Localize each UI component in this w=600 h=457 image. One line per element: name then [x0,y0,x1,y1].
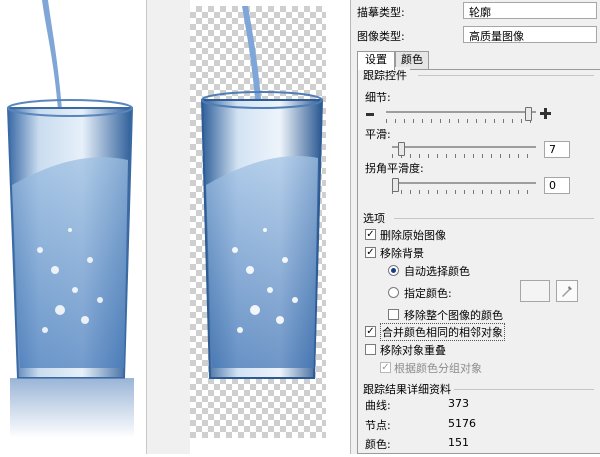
plus-icon[interactable] [540,108,551,119]
smooth-slider-thumb[interactable] [398,142,405,156]
image-type-value: 高质量图像 [469,30,524,43]
trace-type-label: 描摹类型: [357,6,405,19]
smooth-value-field[interactable]: 7 [544,141,570,158]
corner-slider[interactable] [392,178,536,194]
trace-type-dropdown[interactable]: 轮廓 [463,2,597,19]
delete-original-label: 删除原始图像 [380,229,446,242]
corner-smoothness-label: 拐角平滑度: [365,162,424,175]
group-divider [394,218,594,219]
color-swatch[interactable] [520,280,550,302]
remove-overlap-label: 移除对象重叠 [380,344,446,357]
tab-colors-label: 颜色 [401,53,423,66]
auto-select-color-label: 自动选择颜色 [404,265,470,278]
detail-label: 细节: [365,91,391,104]
specify-color-radio[interactable] [388,287,399,298]
group-by-color-label: 根据颜色分组对象 [394,362,482,375]
settings-tab-body: 跟踪控件 细节: 平滑: 7 拐角平滑度: 0 选项 ✓ 删除原始图像 ✓ 移除… [357,67,600,454]
slider-track [392,146,536,148]
smooth-value: 7 [549,143,556,156]
curves-label: 曲线: [365,399,391,412]
minus-icon[interactable] [366,113,374,116]
group-divider [454,389,594,390]
slider-ticks [392,154,536,158]
slider-track [392,182,536,184]
results-title: 跟踪结果详细资料 [363,381,454,397]
specify-color-label: 指定颜色: [404,287,452,300]
detail-slider-thumb[interactable] [525,107,532,121]
colors-value: 151 [448,436,469,449]
eyedropper-icon [562,286,572,297]
delete-original-checkbox[interactable]: ✓ [365,229,376,240]
slider-ticks [386,119,536,123]
image-divider [146,0,191,454]
remove-overlap-checkbox[interactable] [365,344,376,355]
group-by-color-checkbox[interactable]: ✓ [380,362,391,373]
original-glass-image [6,0,134,438]
auto-select-color-radio[interactable] [388,265,399,276]
corner-value: 0 [549,179,556,192]
nodes-value: 5176 [448,417,476,430]
slider-track [386,111,536,113]
smooth-label: 平滑: [365,128,391,141]
remove-background-label: 移除背景 [380,247,424,260]
eyedropper-button[interactable] [556,280,578,302]
merge-adjacent-checkbox[interactable]: ✓ [365,326,376,337]
traced-preview-pane [190,0,350,454]
curves-value: 373 [448,397,469,410]
corner-slider-thumb[interactable] [392,178,399,192]
original-image-pane [0,0,146,454]
corner-value-field[interactable]: 0 [544,177,570,194]
tab-settings-label: 设置 [365,53,387,66]
nodes-label: 节点: [365,419,391,432]
group-divider [418,75,594,76]
slider-ticks [392,190,536,194]
smooth-slider[interactable] [392,142,536,158]
tab-settings[interactable]: 设置 [357,51,395,70]
options-title: 选项 [363,210,388,226]
trace-settings-panel: 描摹类型: 轮廓 图像类型: 高质量图像 设置 颜色 跟踪控件 细节: 平滑: [350,0,600,454]
colors-label: 颜色: [365,438,391,451]
image-type-label: 图像类型: [357,30,405,43]
trace-type-value: 轮廓 [469,6,491,19]
image-type-dropdown[interactable]: 高质量图像 [463,26,597,43]
remove-background-checkbox[interactable]: ✓ [365,247,376,258]
detail-slider[interactable] [386,107,536,123]
traced-glass-image [190,6,326,438]
merge-adjacent-label: 合并颜色相同的相邻对象 [380,323,505,341]
remove-whole-image-color-label: 移除整个图像的颜色 [404,309,503,322]
remove-whole-image-color-checkbox[interactable] [388,309,399,320]
